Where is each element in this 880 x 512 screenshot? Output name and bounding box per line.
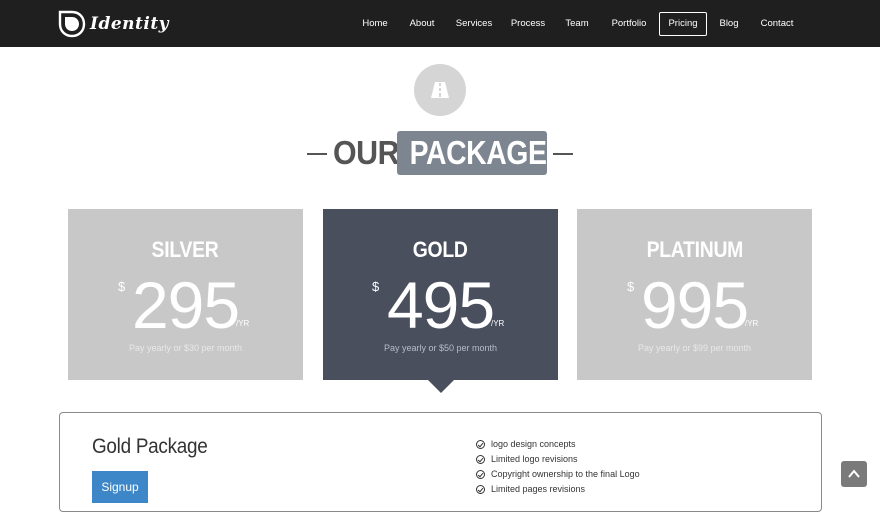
price-note: Pay yearly or $50 per month	[383, 343, 498, 353]
check-circle-icon	[476, 440, 485, 449]
package-name: GOLD	[323, 237, 558, 263]
section-title-highlight-text: PACKAGES	[409, 134, 566, 171]
road-icon	[431, 82, 449, 98]
pricing-card-silver[interactable]: SILVER $ 295 /YR Pay yearly or $30 per m…	[68, 209, 303, 380]
pricing-card-gold[interactable]: GOLD $ 495 /YR Pay yearly or $50 per mon…	[323, 209, 558, 393]
feature-text: Limited logo revisions	[491, 454, 578, 464]
feature-item: Limited logo revisions	[476, 452, 640, 467]
price-period: /YR	[491, 319, 505, 328]
feature-item: Copyright ownership to the final Logo	[476, 467, 640, 482]
package-detail-title-text: Gold Package	[92, 435, 208, 458]
package-detail-panel: Gold Package Signup logo design concepts…	[59, 412, 822, 512]
chevron-up-icon	[848, 469, 860, 478]
price-note: Pay yearly or $30 per month	[128, 343, 243, 353]
nav-item-process[interactable]: Process	[506, 12, 550, 36]
nav-item-pricing[interactable]: Pricing	[659, 12, 707, 36]
package-name-text: SILVER	[152, 237, 219, 262]
signup-button[interactable]: Signup	[92, 471, 148, 503]
price-note: Pay yearly or $99 per month	[637, 343, 752, 353]
section-title-plain: OUR	[333, 134, 400, 171]
package-price: 495	[386, 268, 495, 342]
feature-item: logo design concepts	[476, 437, 640, 452]
title-rule-left	[307, 153, 327, 155]
feature-item: Limited pages revisions	[476, 482, 640, 497]
package-name-text: PLATINUM	[646, 237, 743, 262]
nav-item-portfolio[interactable]: Portfolio	[604, 12, 654, 36]
section-title-highlight: PACKAGES	[397, 131, 565, 175]
selected-card-pointer	[428, 380, 454, 393]
navbar: Identity Home About Services Process Tea…	[0, 0, 880, 47]
check-circle-icon	[476, 470, 485, 479]
nav-item-contact[interactable]: Contact	[754, 12, 800, 36]
check-circle-icon	[476, 455, 485, 464]
package-name: PLATINUM	[577, 237, 812, 263]
check-circle-icon	[476, 485, 485, 494]
nav-item-blog[interactable]: Blog	[714, 12, 744, 36]
feature-list: logo design concepts Limited logo revisi…	[476, 437, 640, 497]
nav-item-about[interactable]: About	[404, 12, 440, 36]
nav-item-home[interactable]: Home	[356, 12, 394, 36]
feature-text: Limited pages revisions	[491, 484, 586, 494]
main-nav: Home About Services Process Team Portfol…	[0, 12, 880, 36]
nav-item-team[interactable]: Team	[561, 12, 593, 36]
package-detail-title: Gold Package	[92, 435, 220, 459]
pricing-card-platinum[interactable]: PLATINUM $ 995 /YR Pay yearly or $99 per…	[577, 209, 812, 380]
feature-text: logo design concepts	[491, 439, 576, 449]
price-period: /YR	[236, 319, 250, 328]
feature-text: Copyright ownership to the final Logo	[491, 469, 640, 479]
package-price: 995	[640, 268, 749, 342]
package-name-text: GOLD	[413, 237, 468, 262]
package-name: SILVER	[68, 237, 303, 263]
scroll-to-top-button[interactable]	[841, 461, 867, 487]
price-period: /YR	[745, 319, 759, 328]
package-price: 295	[131, 268, 240, 342]
title-rule-right	[553, 153, 573, 155]
section-icon-badge	[414, 64, 466, 116]
nav-item-services[interactable]: Services	[450, 12, 498, 36]
